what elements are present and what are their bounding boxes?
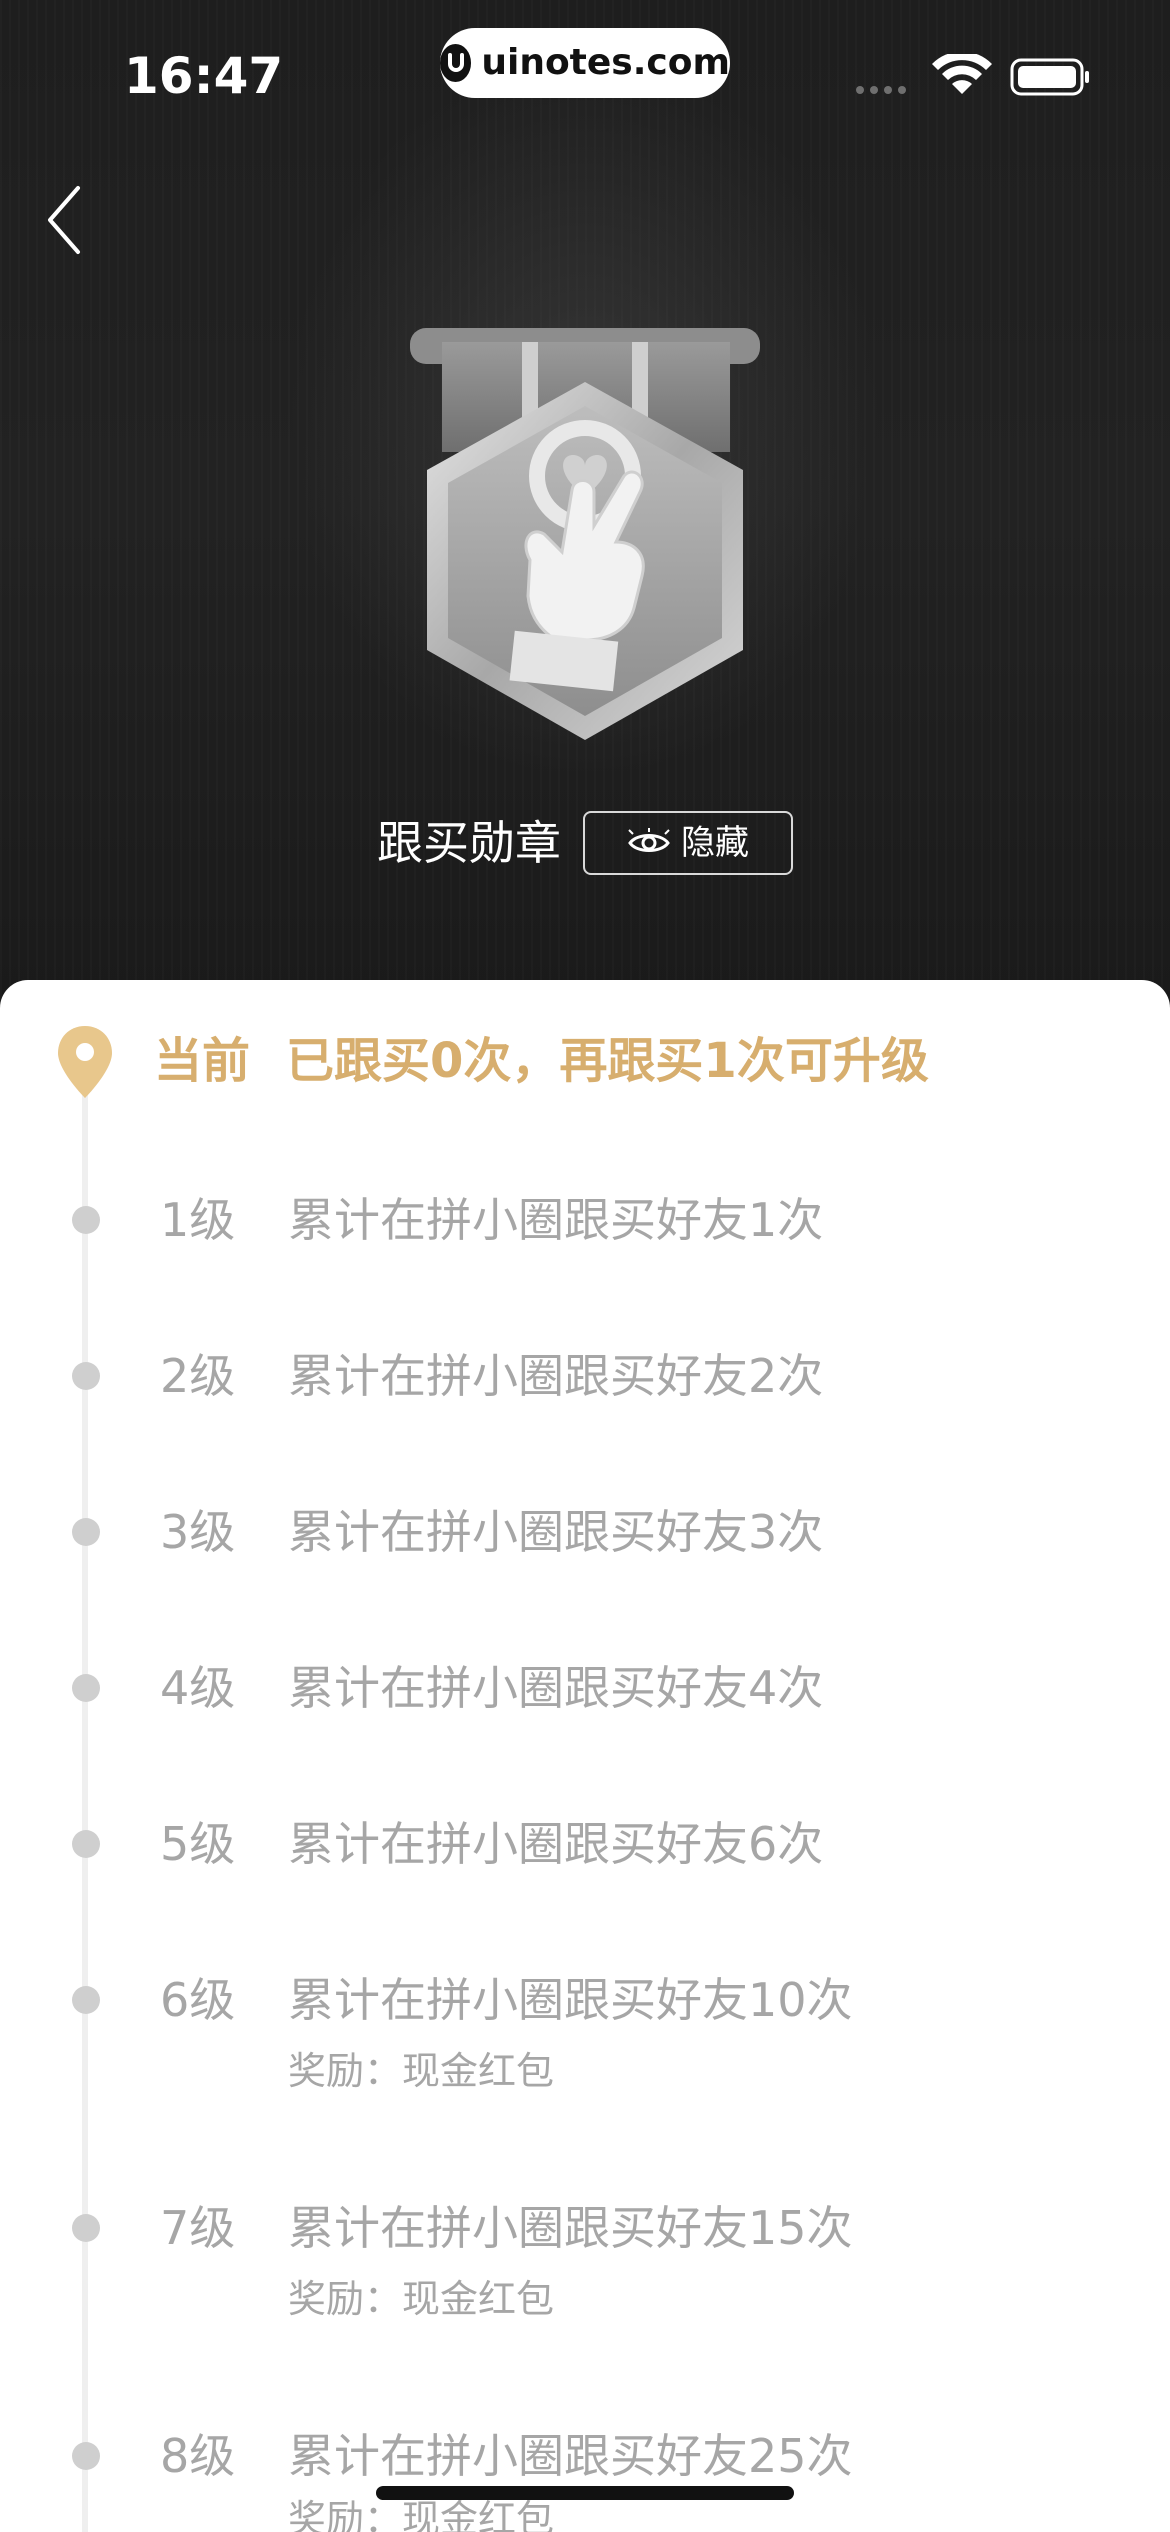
status-icons bbox=[852, 51, 1092, 100]
hide-button[interactable]: 隐藏 bbox=[583, 811, 793, 875]
level-dot bbox=[72, 1830, 100, 1858]
location-pin-icon bbox=[58, 1026, 112, 1098]
level-name: 1级 bbox=[160, 1193, 236, 1247]
level-requirement: 累计在拼小圈跟买好友2次 bbox=[288, 1349, 824, 1403]
level-panel: 当前 已跟买0次，再跟买1次可升级 1级 累计在拼小圈跟买好友1次 2级 累计在… bbox=[0, 980, 1170, 2532]
level-name: 4级 bbox=[160, 1661, 236, 1715]
level-name: 5级 bbox=[160, 1817, 236, 1871]
level-name: 7级 bbox=[160, 2201, 236, 2255]
level-dot bbox=[72, 1518, 100, 1546]
level-requirement: 累计在拼小圈跟买好友25次 bbox=[288, 2429, 853, 2483]
hide-label: 隐藏 bbox=[681, 823, 749, 863]
level-reward: 奖励：现金红包 bbox=[288, 2049, 555, 2093]
badge-title-row: 跟买勋章 隐藏 bbox=[0, 808, 1170, 878]
medal-image bbox=[402, 320, 772, 770]
battery-icon bbox=[1010, 58, 1089, 96]
wifi-icon bbox=[932, 51, 992, 94]
uinotes-logo-icon bbox=[440, 44, 472, 82]
level-requirement: 累计在拼小圈跟买好友15次 bbox=[288, 2201, 853, 2255]
signal-dots-icon bbox=[856, 86, 906, 94]
level-dot bbox=[72, 1362, 100, 1390]
level-requirement: 累计在拼小圈跟买好友6次 bbox=[288, 1817, 824, 1871]
level-name: 2级 bbox=[160, 1349, 236, 1403]
url-pill: uinotes.com bbox=[440, 28, 730, 98]
badge-hero: 16:47 uinotes.com 跟买勋章 隐藏 bbox=[0, 0, 1170, 1010]
url-text: uinotes.com bbox=[481, 42, 730, 83]
level-requirement: 累计在拼小圈跟买好友4次 bbox=[288, 1661, 824, 1715]
level-dot bbox=[72, 1206, 100, 1234]
level-name: 8级 bbox=[160, 2429, 236, 2483]
level-dot bbox=[72, 2442, 100, 2470]
level-requirement: 累计在拼小圈跟买好友3次 bbox=[288, 1505, 824, 1559]
level-name: 6级 bbox=[160, 1973, 236, 2027]
badge-title: 跟买勋章 bbox=[377, 816, 561, 870]
level-requirement: 累计在拼小圈跟买好友10次 bbox=[288, 1973, 853, 2027]
status-time: 16:47 bbox=[124, 47, 284, 105]
level-dot bbox=[72, 2214, 100, 2242]
eye-icon bbox=[628, 828, 670, 852]
level-dot bbox=[72, 1986, 100, 2014]
level-reward: 奖励：现金红包 bbox=[288, 2277, 555, 2321]
level-name: 3级 bbox=[160, 1505, 236, 1559]
level-dot bbox=[72, 1674, 100, 1702]
timeline-line bbox=[82, 1090, 88, 2532]
chevron-left-icon bbox=[48, 186, 80, 254]
level-requirement: 累计在拼小圈跟买好友1次 bbox=[288, 1193, 824, 1247]
current-progress: 当前 已跟买0次，再跟买1次可升级 bbox=[154, 1026, 1114, 1096]
current-progress-text: 已跟买0次，再跟买1次可升级 bbox=[286, 1033, 929, 1089]
back-button[interactable] bbox=[30, 180, 100, 260]
current-label: 当前 bbox=[154, 1033, 251, 1089]
home-indicator[interactable] bbox=[376, 2486, 794, 2500]
